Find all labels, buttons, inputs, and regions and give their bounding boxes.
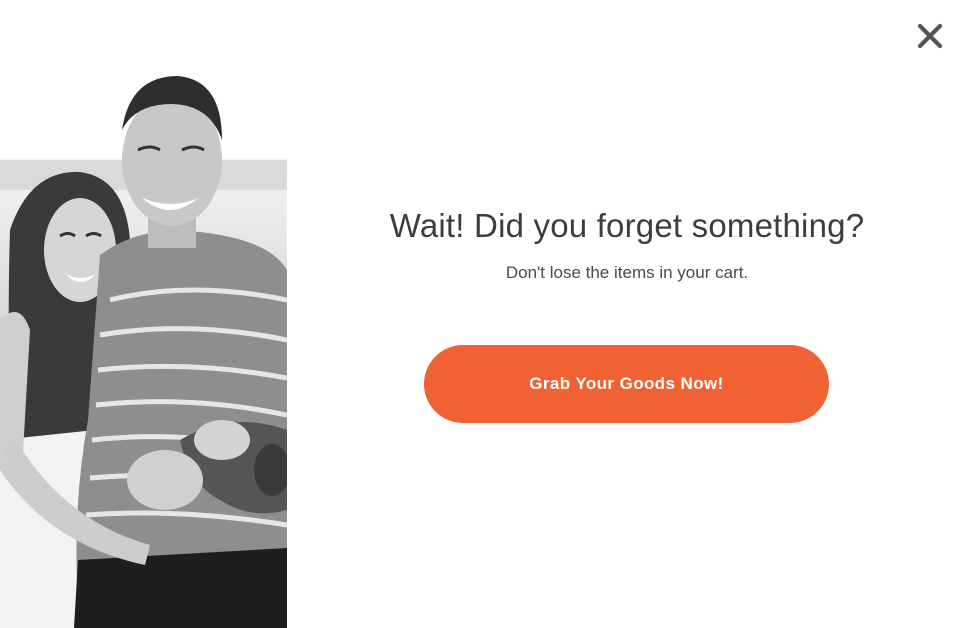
popup-content: Wait! Did you forget something? Don't lo… [287,0,961,628]
popup-subtext: Don't lose the items in your cart. [505,263,749,282]
couple-photo [0,0,287,628]
exit-intent-popup: Wait! Did you forget something? Don't lo… [0,0,961,628]
grab-goods-button[interactable]: Grab Your Goods Now! [424,345,829,423]
popup-headline: Wait! Did you forget something? [389,207,865,244]
